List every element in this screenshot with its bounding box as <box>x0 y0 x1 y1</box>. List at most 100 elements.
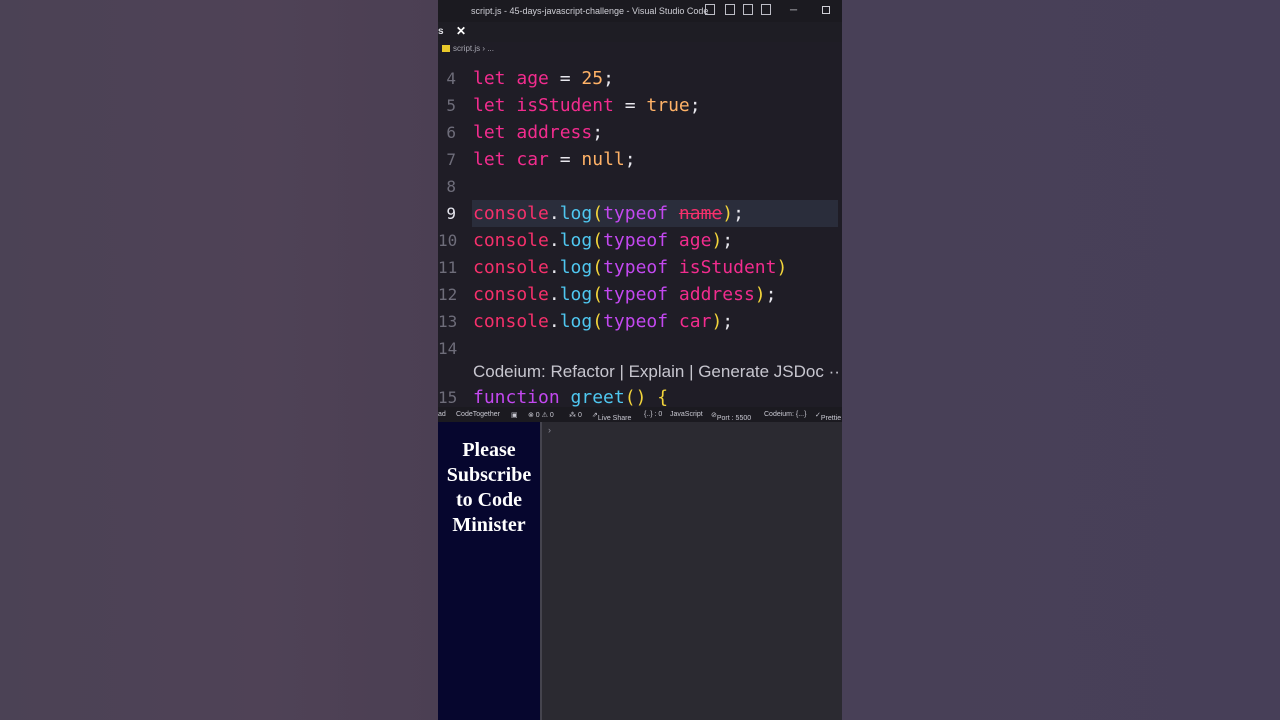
status-braces[interactable]: {..} : 0 <box>644 411 662 418</box>
code-token: ( <box>592 203 604 224</box>
code-token: null <box>581 149 625 170</box>
background-left <box>0 0 438 720</box>
subscribe-text: Please Subscribe to Code Minister <box>446 439 532 536</box>
code-token: age <box>678 230 712 251</box>
status-item-partial[interactable]: ad <box>438 411 446 418</box>
liveshare-label: Live Share <box>597 415 632 422</box>
line-number[interactable]: 13 <box>438 312 457 331</box>
code-token: isStudent <box>516 95 614 116</box>
code-line-15[interactable]: 15 function greet() { <box>438 384 842 407</box>
breadcrumb-more[interactable]: ... <box>487 44 494 53</box>
code-token: = <box>548 149 582 170</box>
status-prettier[interactable]: ✓ Prettie <box>815 411 841 422</box>
tab-script-js[interactable]: s <box>438 26 444 37</box>
code-line-12[interactable]: 12 console.log(typeof address); <box>438 281 842 308</box>
status-codeium[interactable]: Codeium: {...} <box>764 411 806 418</box>
code-editor[interactable]: Codeium: Refactor | Explain | Generate J… <box>438 55 842 407</box>
status-language[interactable]: JavaScript <box>670 411 703 418</box>
code-line-9[interactable]: 9 console.log(typeof name); <box>438 200 842 227</box>
code-line-4[interactable]: 4 let age = 25; <box>438 65 842 92</box>
code-token: typeof <box>603 203 679 224</box>
status-liveshare[interactable]: ⇗ Live Share <box>592 411 631 422</box>
status-codetogether[interactable]: CodeTogether <box>456 411 500 418</box>
maximize-button[interactable] <box>822 6 830 14</box>
line-code: console.log(typeof name); <box>473 203 744 224</box>
code-token: log <box>559 311 593 332</box>
code-token: log <box>559 230 593 251</box>
terminal-panel[interactable]: › <box>542 422 842 720</box>
line-number[interactable]: 6 <box>438 123 456 142</box>
status-broadcast[interactable]: ⁂ 0 <box>569 411 582 419</box>
code-token: address <box>678 284 755 305</box>
line-number[interactable]: 14 <box>438 339 457 358</box>
code-line-7[interactable]: 7 let car = null; <box>438 146 842 173</box>
code-line-6[interactable]: 6 let address; <box>438 119 842 146</box>
code-token: typeof <box>603 284 679 305</box>
code-token: () { <box>624 387 669 407</box>
subscribe-overlay: Please Subscribe to Code Minister <box>438 422 540 720</box>
code-token: log <box>559 257 593 278</box>
code-line-8[interactable]: 8 <box>438 173 842 200</box>
line-number[interactable]: 4 <box>438 69 456 88</box>
line-code: console.log(typeof isStudent) <box>473 257 787 278</box>
prettier-label: Prettie <box>820 415 842 422</box>
code-token: ( <box>592 257 604 278</box>
code-token: let <box>473 122 517 143</box>
code-token: age <box>516 68 549 89</box>
code-token: = <box>613 95 647 116</box>
code-token: console <box>473 284 549 305</box>
breadcrumb-file[interactable]: script.js › ... <box>453 44 494 53</box>
code-token: . <box>548 203 560 224</box>
code-token: ; <box>603 68 614 89</box>
line-number[interactable]: 8 <box>438 177 456 196</box>
code-line-13[interactable]: 13 console.log(typeof car); <box>438 308 842 335</box>
code-token: ) <box>722 203 734 224</box>
port-label: Port : 5500 <box>716 415 752 422</box>
code-token: isStudent <box>678 257 777 278</box>
code-token: ; <box>722 230 734 251</box>
line-code: let car = null; <box>473 149 636 170</box>
close-icon[interactable]: ✕ <box>456 24 466 38</box>
line-number[interactable]: 5 <box>438 96 456 115</box>
code-token: greet <box>570 387 625 407</box>
code-token: let <box>473 68 517 89</box>
line-number[interactable]: 7 <box>438 150 456 169</box>
code-line-10[interactable]: 10 console.log(typeof age); <box>438 227 842 254</box>
breadcrumb-file-label: script.js <box>453 44 481 53</box>
line-number[interactable]: 10 <box>438 231 457 250</box>
code-token: let <box>473 149 517 170</box>
toggle-primary-sidebar-icon[interactable] <box>725 4 735 15</box>
code-token: console <box>473 311 549 332</box>
layout-customize-icon[interactable] <box>705 4 715 15</box>
line-code: console.log(typeof car); <box>473 311 733 332</box>
code-token: 25 <box>581 68 604 89</box>
code-token: ; <box>722 311 734 332</box>
title-bar: script.js - 45-days-javascript-challenge… <box>438 0 842 22</box>
vscode-window: script.js - 45-days-javascript-challenge… <box>438 0 842 720</box>
code-line-5[interactable]: 5 let isStudent = true; <box>438 92 842 119</box>
code-token: ; <box>765 284 777 305</box>
code-token: ) <box>754 284 766 305</box>
javascript-file-icon <box>442 45 450 52</box>
line-number[interactable]: 9 <box>438 204 456 223</box>
breadcrumb: script.js › ... <box>438 42 842 55</box>
background-right <box>842 0 1280 720</box>
code-token: ( <box>592 311 604 332</box>
minimize-button[interactable]: ─ <box>790 5 797 16</box>
code-token: ) <box>776 257 788 278</box>
line-number[interactable]: 12 <box>438 285 457 304</box>
code-token: ( <box>592 230 604 251</box>
code-line-11[interactable]: 11 console.log(typeof isStudent) <box>438 254 842 281</box>
code-token: . <box>548 311 560 332</box>
line-code: let address; <box>473 122 603 143</box>
status-port[interactable]: ⊘ Port : 5500 <box>711 411 751 422</box>
toggle-secondary-sidebar-icon[interactable] <box>761 4 771 15</box>
line-number[interactable]: 15 <box>438 388 457 407</box>
code-token: typeof <box>603 311 679 332</box>
codeium-code-lens[interactable]: Codeium: Refactor | Explain | Generate J… <box>473 362 840 382</box>
toggle-panel-icon[interactable] <box>743 4 753 15</box>
remote-icon[interactable]: ▣ <box>511 411 518 419</box>
line-number[interactable]: 11 <box>438 258 457 277</box>
status-problems[interactable]: ⊗ 0 ⚠ 0 <box>528 411 554 419</box>
code-line-14[interactable]: 14 <box>438 335 842 362</box>
